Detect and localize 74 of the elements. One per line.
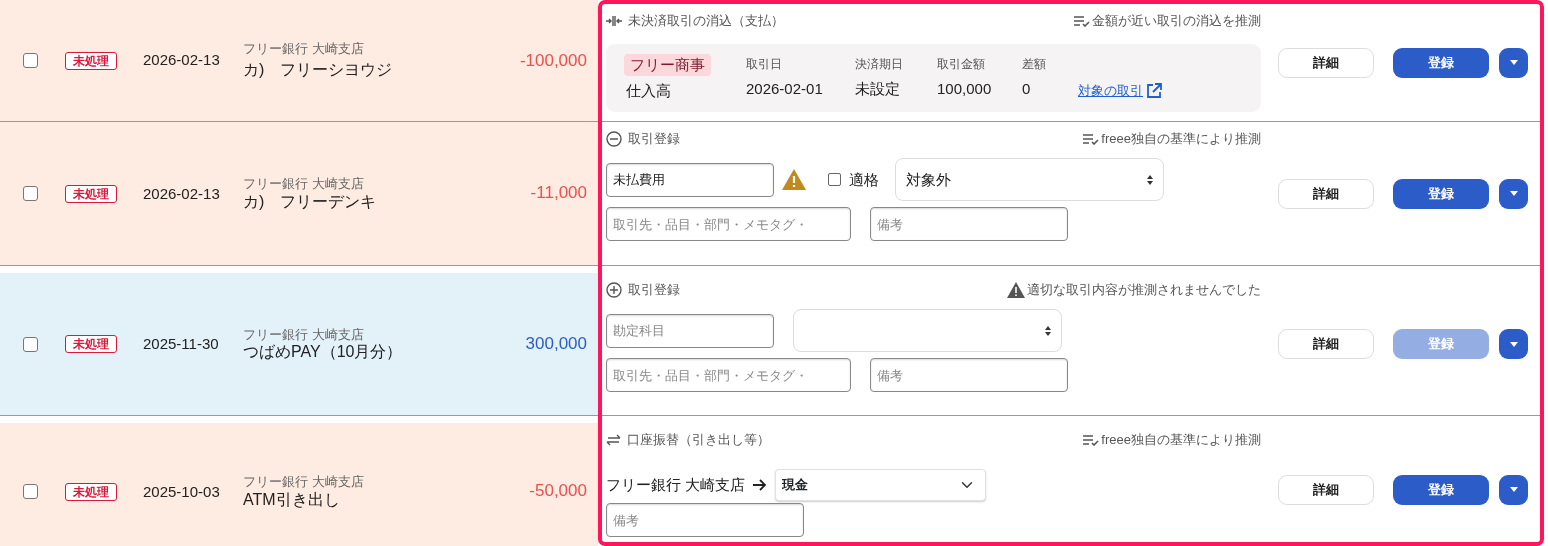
field-value: 未設定 [855, 79, 901, 100]
account-name: 仕入高 [625, 81, 672, 101]
transfer-arrows-icon [606, 434, 621, 446]
transaction-date: 2026-02-13 [143, 184, 221, 203]
account-field[interactable]: 勘定科目 [606, 313, 774, 348]
suggestion-note: freee独自の基準により推測 [1101, 131, 1261, 147]
field-label: 差額 [1022, 56, 1047, 74]
qualified-checkbox[interactable] [828, 173, 841, 186]
account-field[interactable]: 未払費用 [606, 162, 774, 197]
field-label: 取引金額 [937, 56, 986, 74]
caret-icon [1509, 60, 1518, 65]
caret-icon [1509, 487, 1518, 492]
register-button[interactable]: 登録 [1393, 474, 1489, 505]
register-button[interactable]: 登録 [1393, 178, 1489, 209]
row-checkbox[interactable] [23, 53, 38, 68]
tags-field[interactable]: 取引先・品目・部門・メモタグ・ [606, 358, 851, 392]
field-value: 2026-02-01 [746, 79, 824, 100]
field-label: 決済期日 [855, 56, 904, 74]
status-badge: 未処理 [65, 335, 117, 353]
detail-button[interactable]: 詳細 [1278, 474, 1374, 505]
bank-name: フリー銀行 大崎支店 [243, 39, 365, 58]
section-title: 未決済取引の消込（支払） [628, 12, 784, 31]
section-title: 口座振替（引き出し等） [627, 432, 770, 448]
tags-field[interactable]: 取引先・品目・部門・メモタグ・ [606, 207, 851, 241]
field-value: 100,000 [937, 79, 993, 100]
caret-icon [1509, 341, 1518, 347]
source-account: フリー銀行 大崎支店 [606, 476, 746, 494]
destination-select[interactable]: 現金 [775, 469, 987, 501]
note-field[interactable]: 備考 [870, 358, 1068, 392]
dropdown-button[interactable] [1499, 329, 1528, 359]
caret-icon [1509, 191, 1518, 196]
dropdown-button[interactable] [1499, 474, 1528, 505]
tax-select[interactable]: 対象外 [895, 158, 1164, 201]
register-button[interactable]: 登録 [1393, 47, 1489, 78]
row-checkbox[interactable] [23, 186, 38, 201]
note-field[interactable]: 備考 [870, 207, 1068, 241]
section-title: 取引登録 [628, 131, 680, 147]
status-badge: 未処理 [65, 482, 117, 501]
transaction-description: カ) フリーデンキ [243, 191, 377, 211]
bank-name: フリー銀行 大崎支店 [243, 176, 365, 192]
detail-button[interactable]: 詳細 [1278, 329, 1374, 359]
transaction-amount: -100,000 [519, 49, 587, 72]
transaction-description: カ) フリーシヨウジ [243, 60, 393, 81]
bank-name: フリー銀行 大崎支店 [243, 474, 364, 490]
external-link-icon [1146, 83, 1162, 99]
bank-name: フリー銀行 大崎支店 [243, 326, 365, 343]
transaction-amount: 300,000 [525, 333, 587, 355]
row-checkbox[interactable] [23, 484, 38, 499]
suggestion-note: 適切な取引内容が推測されませんでした [1027, 282, 1261, 298]
transaction-date: 2025-10-03 [143, 482, 221, 501]
row-checkbox[interactable] [23, 336, 38, 352]
field-value: 0 [1022, 79, 1032, 100]
transaction-amount: -50,000 [529, 481, 587, 502]
target-transaction-link[interactable]: 対象の取引 [1078, 81, 1162, 101]
field-label: 取引日 [746, 56, 783, 74]
dropdown-button[interactable] [1499, 47, 1528, 78]
suggestion-note: freee独自の基準により推測 [1101, 432, 1261, 448]
dropdown-button[interactable] [1499, 178, 1528, 209]
partner-tag: フリー商事 [624, 53, 711, 76]
merge-icon [606, 15, 622, 27]
transaction-date: 2026-02-13 [143, 50, 221, 71]
transaction-amount: -11,000 [530, 183, 587, 204]
qualified-label: 適格 [849, 170, 879, 189]
status-badge: 未処理 [65, 184, 117, 203]
detail-button[interactable]: 詳細 [1278, 178, 1374, 209]
transaction-description: ATM引き出し [243, 489, 341, 509]
detail-button[interactable]: 詳細 [1278, 47, 1374, 78]
section-title: 取引登録 [628, 282, 680, 298]
transaction-date: 2025-11-30 [143, 335, 220, 353]
suggestion-note: 金額が近い取引の消込を推測 [1092, 12, 1261, 31]
right-arrow-icon [753, 479, 768, 491]
status-badge: 未処理 [65, 51, 117, 70]
note-field[interactable]: 備考 [606, 503, 804, 537]
transaction-description: つばめPAY（10月分） [243, 342, 403, 362]
